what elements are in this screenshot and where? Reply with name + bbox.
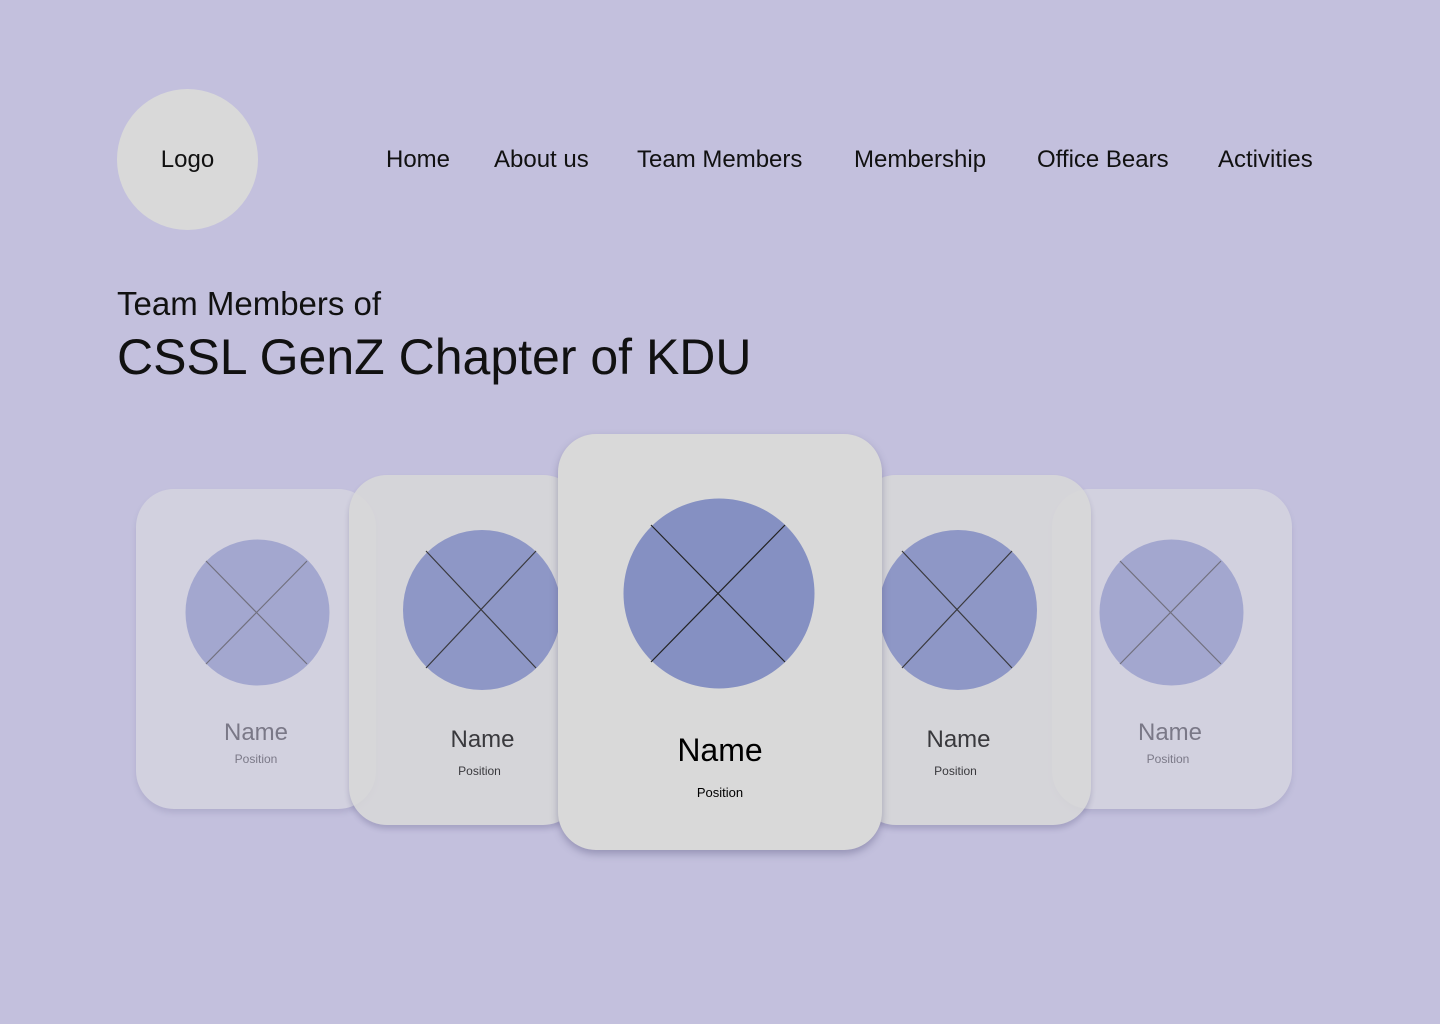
- member-photo-placeholder-icon: [1099, 539, 1244, 686]
- team-member-card[interactable]: Name Position: [858, 475, 1091, 825]
- main-nav: Home About us Team Members Membership Of…: [0, 143, 1440, 177]
- nav-activities[interactable]: Activities: [1218, 143, 1313, 177]
- nav-membership[interactable]: Membership: [854, 143, 986, 177]
- team-member-card[interactable]: Name Position: [136, 489, 376, 809]
- member-photo-placeholder-icon: [880, 530, 1037, 690]
- member-name: Name: [677, 732, 763, 768]
- page-title: CSSL GenZ Chapter of KDU: [117, 329, 752, 385]
- member-photo-placeholder-icon: [403, 530, 561, 690]
- nav-about-us[interactable]: About us: [494, 143, 589, 177]
- member-photo-placeholder-icon: [185, 539, 330, 686]
- member-position: Position: [696, 785, 744, 800]
- nav-office-bears[interactable]: Office Bears: [1037, 143, 1169, 177]
- member-position: Position: [234, 752, 278, 766]
- nav-home[interactable]: Home: [386, 143, 450, 177]
- team-member-card[interactable]: Name Position: [349, 475, 581, 825]
- member-name: Name: [223, 719, 289, 746]
- team-member-card-featured[interactable]: Name Position: [558, 434, 882, 850]
- page-subtitle: Team Members of: [117, 285, 382, 322]
- nav-team-members[interactable]: Team Members: [637, 143, 802, 177]
- member-photo-placeholder-icon: [623, 498, 815, 689]
